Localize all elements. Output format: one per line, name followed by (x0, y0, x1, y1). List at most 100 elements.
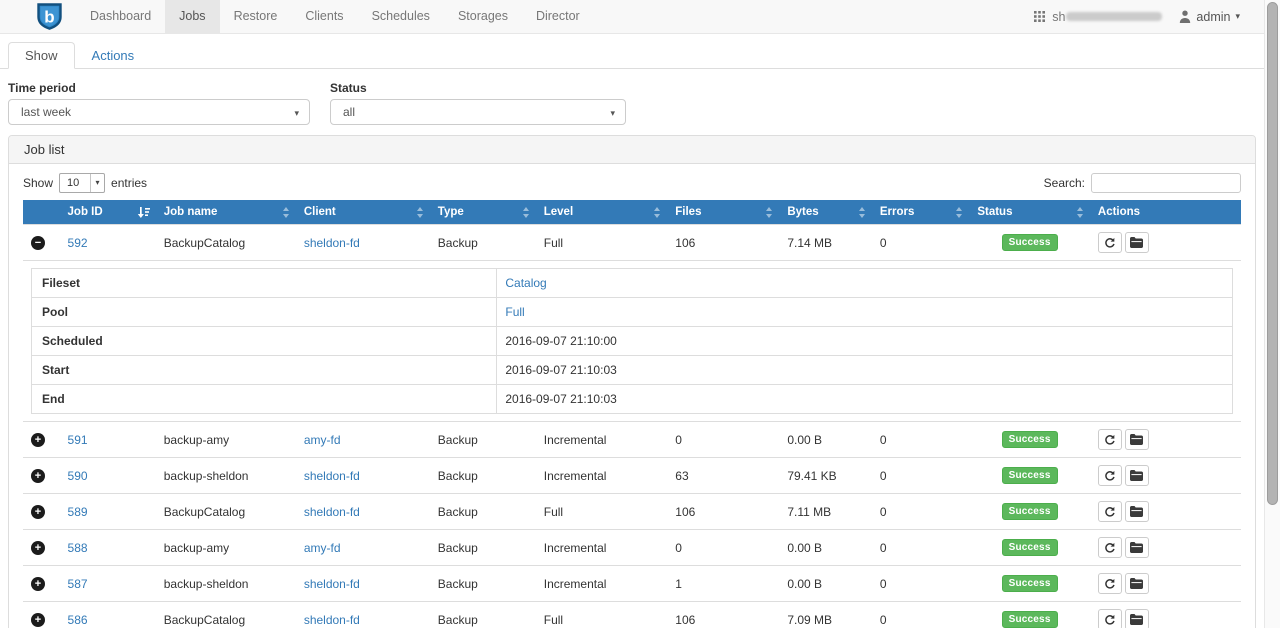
restore-button[interactable] (1125, 465, 1149, 486)
type-cell: Backup (430, 494, 536, 530)
restore-button[interactable] (1125, 609, 1149, 628)
client-link[interactable]: amy-fd (304, 433, 341, 447)
nav-item-director[interactable]: Director (522, 0, 594, 33)
jobs-table: Job IDJob nameClient Type LevelFilesBytes E… (23, 200, 1241, 628)
fileset-link[interactable]: Catalog (505, 276, 546, 290)
status-badge: Success (1002, 611, 1058, 628)
job-id-link[interactable]: 589 (68, 505, 88, 519)
actions-cell (1090, 602, 1241, 628)
nav-item-restore[interactable]: Restore (220, 0, 292, 33)
column-header-bytes[interactable]: Bytes (779, 200, 872, 225)
expand-cell: + (23, 458, 60, 494)
detail-label: Scheduled (32, 327, 497, 356)
expand-row-button[interactable]: + (31, 577, 45, 591)
job-name-cell: backup-sheldon (156, 566, 296, 602)
column-label: Errors (880, 206, 915, 218)
expand-row-button[interactable]: + (31, 505, 45, 519)
job-id-cell: 586 (60, 602, 156, 628)
rerun-button[interactable] (1098, 537, 1122, 558)
hostname-text: sh (1052, 10, 1065, 24)
status-select[interactable]: all ▾ (330, 99, 626, 125)
column-header-job-name[interactable]: Job name (156, 200, 296, 225)
job-row: +591backup-amyamy-fdBackupIncremental00.… (23, 422, 1241, 458)
time-period-select[interactable]: last week ▾ (8, 99, 310, 125)
client-cell: sheldon-fd (296, 458, 430, 494)
rerun-icon (1104, 237, 1116, 249)
rerun-button[interactable] (1098, 465, 1122, 486)
detail-row: FilesetCatalog (32, 269, 1233, 298)
tab-show[interactable]: Show (8, 42, 75, 69)
type-cell: Backup (430, 422, 536, 458)
job-id-link[interactable]: 587 (68, 577, 88, 591)
job-id-link[interactable]: 590 (68, 469, 88, 483)
status-value: all (343, 105, 355, 119)
apps-grid-icon[interactable] (1034, 11, 1045, 22)
bytes-cell: 0.00 B (779, 422, 872, 458)
user-menu[interactable]: admin ▾ (1179, 10, 1240, 24)
expand-cell: + (23, 566, 60, 602)
job-id-link[interactable]: 591 (68, 433, 88, 447)
column-header-level[interactable]: Level (536, 200, 668, 225)
client-link[interactable]: sheldon-fd (304, 613, 360, 627)
nav-item-jobs[interactable]: Jobs (165, 0, 219, 33)
expand-row-button[interactable]: + (31, 541, 45, 555)
rerun-button[interactable] (1098, 573, 1122, 594)
expand-row-button[interactable]: + (31, 469, 45, 483)
client-link[interactable]: sheldon-fd (304, 577, 360, 591)
column-header-files[interactable]: Files (667, 200, 779, 225)
expand-cell: − (23, 225, 60, 261)
column-header-status[interactable]: Status (969, 200, 1090, 225)
job-id-link[interactable]: 592 (68, 236, 88, 250)
status-badge: Success (1002, 431, 1058, 448)
bareos-logo-icon[interactable]: b (37, 3, 62, 30)
job-id-link[interactable]: 586 (68, 613, 88, 627)
restore-button[interactable] (1125, 429, 1149, 450)
column-header-client[interactable]: Client (296, 200, 430, 225)
scrollbar-thumb[interactable] (1267, 2, 1278, 505)
scrollbar[interactable] (1264, 0, 1280, 628)
client-link[interactable]: sheldon-fd (304, 469, 360, 483)
nav-item-clients[interactable]: Clients (291, 0, 357, 33)
expand-cell: + (23, 602, 60, 628)
expand-row-button[interactable]: + (31, 433, 45, 447)
status-cell: Success (969, 458, 1090, 494)
rerun-button[interactable] (1098, 501, 1122, 522)
search-box: Search: (1044, 173, 1241, 193)
rerun-button[interactable] (1098, 429, 1122, 450)
level-cell: Incremental (536, 530, 668, 566)
collapse-row-button[interactable]: − (31, 236, 45, 250)
pool-link[interactable]: Full (505, 305, 524, 319)
column-header-errors[interactable]: Errors (872, 200, 969, 225)
column-header-job-id[interactable]: Job ID (60, 200, 156, 225)
bytes-cell: 7.11 MB (779, 494, 872, 530)
tab-actions[interactable]: Actions (75, 42, 152, 69)
show-entries-suffix: entries (111, 176, 147, 190)
chevron-down-icon: ▾ (90, 174, 104, 192)
job-id-link[interactable]: 588 (68, 541, 88, 555)
detail-row: End2016-09-07 21:10:03 (32, 385, 1233, 414)
client-link[interactable]: sheldon-fd (304, 236, 360, 250)
filters: Time period last week ▾ Status all ▾ (0, 69, 1264, 135)
column-header-type[interactable]: Type (430, 200, 536, 225)
nav-item-storages[interactable]: Storages (444, 0, 522, 33)
status-cell: Success (969, 225, 1090, 261)
folder-icon (1130, 542, 1143, 553)
client-link[interactable]: amy-fd (304, 541, 341, 555)
nav-item-dashboard[interactable]: Dashboard (76, 0, 165, 33)
client-link[interactable]: sheldon-fd (304, 505, 360, 519)
restore-button[interactable] (1125, 501, 1149, 522)
expand-row-button[interactable]: + (31, 613, 45, 627)
rerun-button[interactable] (1098, 609, 1122, 628)
restore-button[interactable] (1125, 537, 1149, 558)
search-input[interactable] (1091, 173, 1241, 193)
client-cell: amy-fd (296, 530, 430, 566)
column-label: Type (438, 206, 464, 218)
restore-button[interactable] (1125, 573, 1149, 594)
rerun-button[interactable] (1098, 232, 1122, 253)
nav-item-schedules[interactable]: Schedules (358, 0, 444, 33)
errors-cell: 0 (872, 566, 969, 602)
entries-per-page-select[interactable]: 10 ▾ (59, 173, 105, 193)
restore-button[interactable] (1125, 232, 1149, 253)
status-cell: Success (969, 566, 1090, 602)
actions-cell (1090, 458, 1241, 494)
